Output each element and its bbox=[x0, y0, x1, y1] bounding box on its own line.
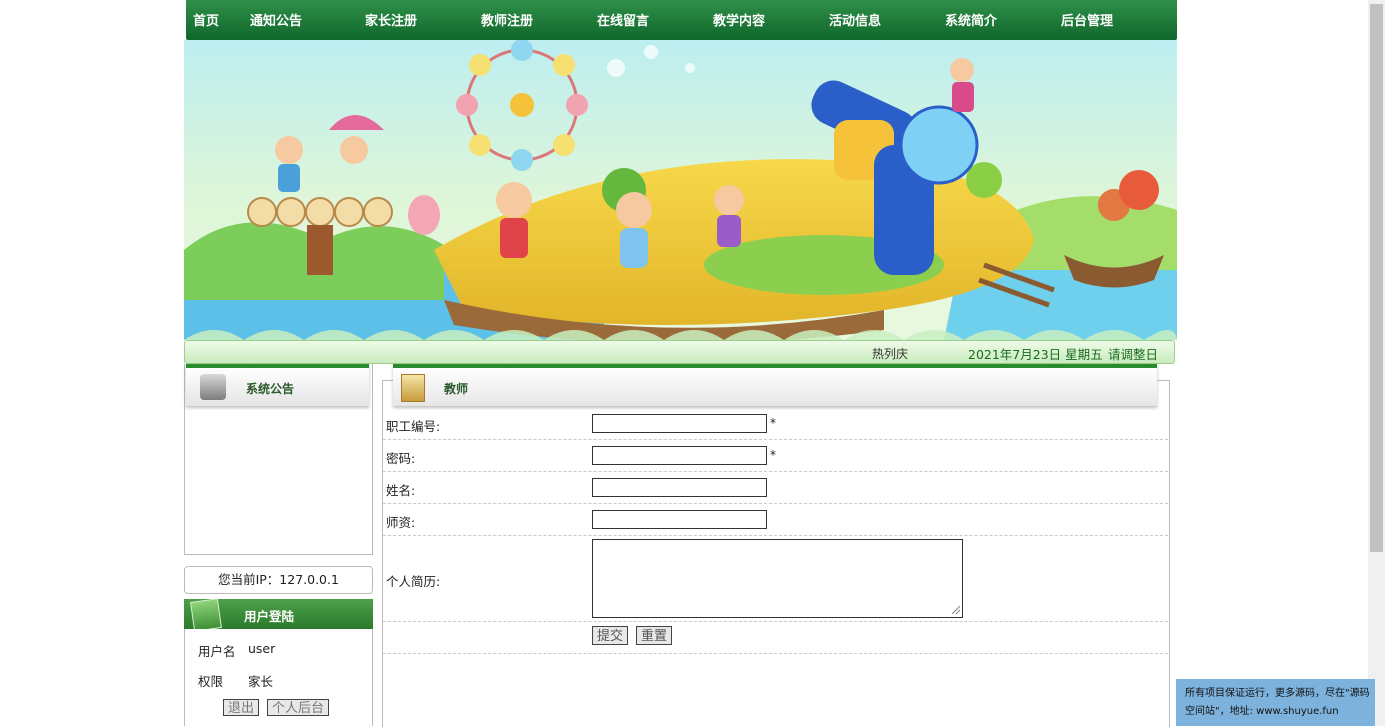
current-date: 2021年7月23日 星期五 bbox=[968, 347, 1103, 362]
nav-about[interactable]: 系统简介 bbox=[945, 10, 997, 29]
field-label-resume: 个人简历: bbox=[386, 574, 441, 589]
name-input[interactable] bbox=[592, 478, 767, 497]
login-header: 用户登陆 bbox=[184, 598, 373, 632]
nav-parent-register[interactable]: 家长注册 bbox=[365, 10, 417, 29]
required-mark: * bbox=[770, 416, 776, 430]
required-mark: * bbox=[770, 448, 776, 462]
nav-teaching[interactable]: 教学内容 bbox=[713, 10, 765, 29]
field-label-qualification: 师资: bbox=[386, 515, 416, 530]
username-label: 用户名 bbox=[198, 644, 236, 659]
role-label: 权限 bbox=[198, 674, 224, 689]
row-divider bbox=[383, 535, 1168, 536]
staff-id-input[interactable] bbox=[592, 414, 767, 433]
nav-teacher-register[interactable]: 教师注册 bbox=[481, 10, 533, 29]
row-divider bbox=[383, 439, 1168, 440]
nav-admin[interactable]: 后台管理 bbox=[1061, 10, 1113, 29]
field-label-password: 密码: bbox=[386, 451, 416, 466]
password-input[interactable] bbox=[592, 446, 767, 465]
row-divider bbox=[383, 471, 1168, 472]
folder-icon bbox=[401, 374, 425, 402]
personal-backend-button[interactable]: 个人后台 bbox=[267, 699, 330, 716]
marquee-bar: 热列庆 2021年7月23日 星期五 请调整日期! bbox=[184, 340, 1175, 381]
source-note: 所有项目保证运行，更多源码，尽在"源码 空间站"，地址: www.shuyue.… bbox=[1176, 679, 1375, 726]
source-note-line2: 空间站"，地址: www.shuyue.fun bbox=[1185, 706, 1339, 717]
nav-notices[interactable]: 通知公告 bbox=[250, 10, 302, 29]
form-title: 教师 bbox=[444, 382, 469, 396]
top-nav: 首页 通知公告 家长注册 教师注册 在线留言 教学内容 活动信息 系统简介 后台… bbox=[186, 0, 1177, 40]
ip-display: 您当前IP：127.0.0.1 bbox=[184, 566, 373, 594]
login-title: 用户登陆 bbox=[244, 609, 295, 624]
row-divider bbox=[383, 503, 1168, 504]
qualification-input[interactable] bbox=[592, 510, 767, 529]
login-panel: 用户名 user 权限 家长 退出 个人后台 bbox=[184, 629, 373, 726]
reset-button[interactable]: 重置 bbox=[636, 626, 673, 645]
login-icon bbox=[190, 598, 222, 632]
resize-grip-icon[interactable] bbox=[952, 606, 960, 614]
form-header: 教师 bbox=[393, 364, 1157, 406]
notice-title: 系统公告 bbox=[246, 382, 295, 396]
notice-header: 系统公告 bbox=[186, 364, 369, 406]
logout-button[interactable]: 退出 bbox=[223, 699, 260, 716]
source-note-line1: 所有项目保证运行，更多源码，尽在"源码 bbox=[1185, 688, 1370, 699]
field-label-staff-id: 职工编号: bbox=[386, 419, 441, 434]
notice-icon bbox=[200, 374, 226, 400]
banner-illustration bbox=[184, 40, 1177, 340]
row-divider bbox=[383, 621, 1168, 622]
nav-activities[interactable]: 活动信息 bbox=[829, 10, 881, 29]
nav-message[interactable]: 在线留言 bbox=[597, 10, 649, 29]
username-value: user bbox=[248, 641, 276, 656]
field-label-name: 姓名: bbox=[386, 483, 416, 498]
scrollbar-thumb[interactable] bbox=[1370, 4, 1383, 552]
banner-image bbox=[184, 40, 1177, 340]
nav-home[interactable]: 首页 bbox=[193, 10, 219, 29]
row-divider bbox=[383, 653, 1168, 654]
resume-textarea[interactable] bbox=[592, 539, 963, 618]
role-value: 家长 bbox=[248, 674, 274, 689]
submit-button[interactable]: 提交 bbox=[592, 626, 629, 645]
marquee-text: 热列庆 bbox=[872, 347, 909, 361]
